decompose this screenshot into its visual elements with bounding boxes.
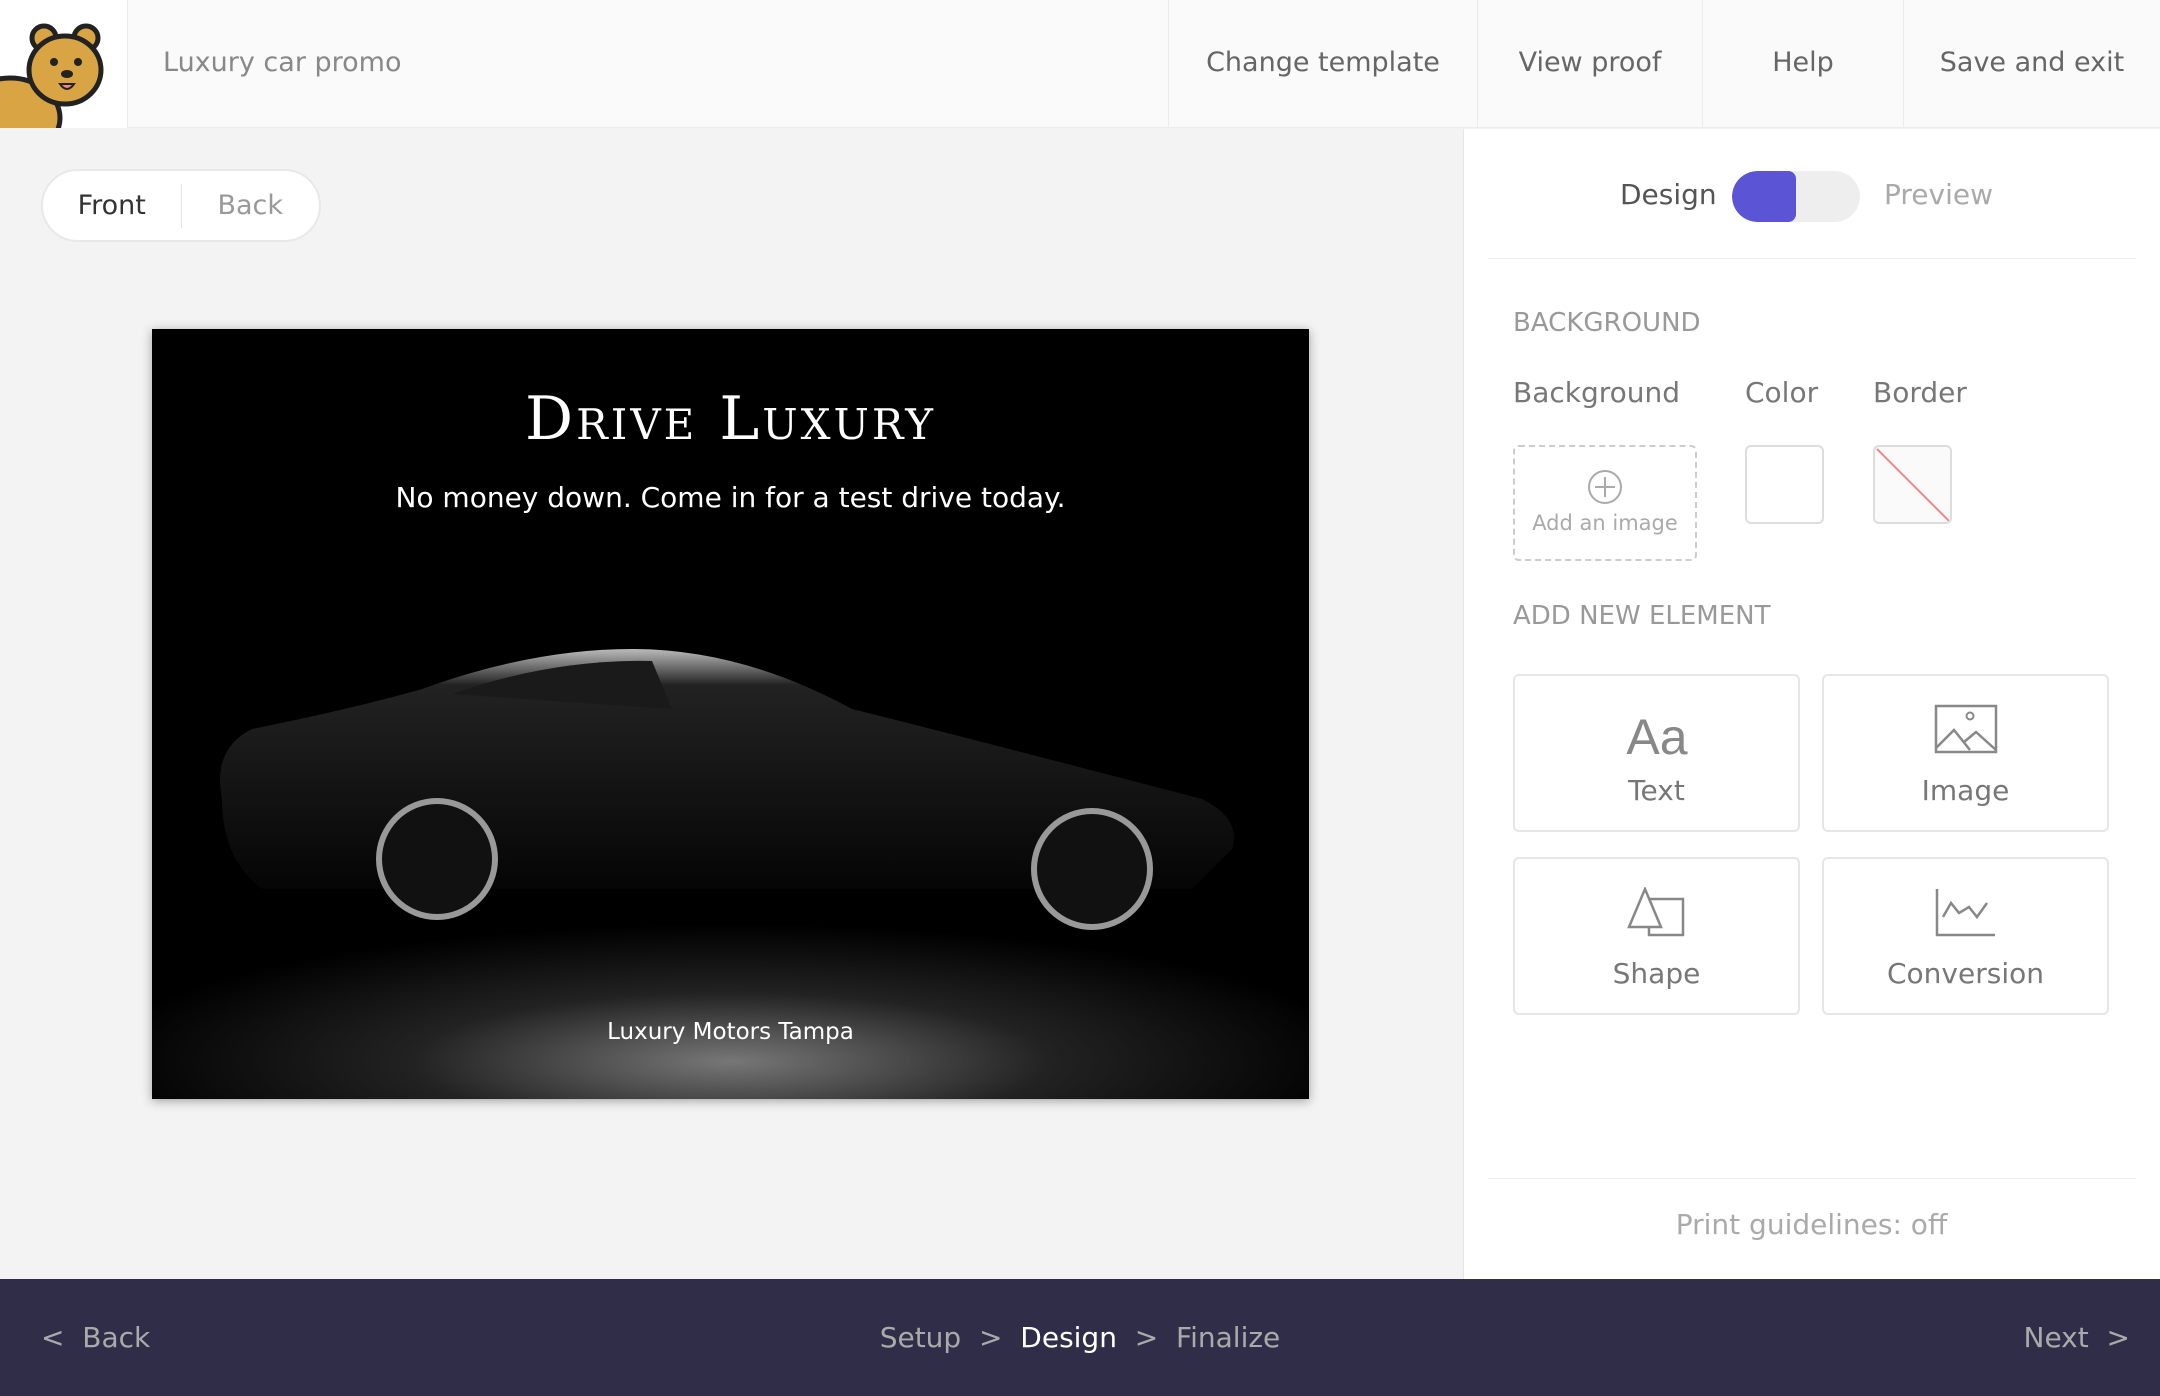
add-conversion-tile[interactable]: Conversion bbox=[1822, 857, 2109, 1015]
add-image-tile[interactable]: Image bbox=[1822, 674, 2109, 832]
color-label: Color bbox=[1745, 376, 1819, 409]
postcard-front[interactable]: Drive Luxury No money down. Come in for … bbox=[152, 329, 1309, 1099]
step-finalize[interactable]: Finalize bbox=[1176, 1321, 1280, 1354]
top-bar: Luxury car promo Change template View pr… bbox=[0, 0, 2160, 128]
save-and-exit-button[interactable]: Save and exit bbox=[1903, 0, 2160, 128]
headline[interactable]: Drive Luxury bbox=[152, 384, 1309, 454]
image-icon bbox=[1934, 704, 1997, 754]
project-title: Luxury car promo bbox=[163, 47, 402, 78]
subline[interactable]: No money down. Come in for a test drive … bbox=[152, 481, 1309, 514]
tile-label: Text bbox=[1628, 774, 1685, 807]
shape-icon bbox=[1626, 887, 1684, 937]
chart-icon bbox=[1935, 889, 1995, 937]
tile-label: Conversion bbox=[1887, 957, 2044, 990]
add-image-label: Add an image bbox=[1532, 511, 1678, 535]
next-button[interactable]: Next > bbox=[2024, 1279, 2131, 1396]
change-template-button[interactable]: Change template bbox=[1168, 0, 1477, 128]
toggle-knob bbox=[1732, 171, 1796, 222]
background-section-heading: BACKGROUND bbox=[1513, 308, 1701, 338]
next-label: Next bbox=[2023, 1321, 2089, 1354]
divider bbox=[1488, 1178, 2136, 1179]
divider bbox=[1488, 258, 2136, 259]
text-icon: Aa bbox=[1626, 709, 1687, 764]
add-background-image-button[interactable]: Add an image bbox=[1513, 445, 1697, 561]
wizard-footer: < Back Setup > Design > Finalize Next > bbox=[0, 1279, 2160, 1396]
svg-text:Aa: Aa bbox=[1626, 709, 1687, 764]
design-mode-label[interactable]: Design bbox=[1620, 178, 1717, 211]
step-breadcrumb: Setup > Design > Finalize bbox=[0, 1279, 2160, 1396]
tile-label: Image bbox=[1921, 774, 2010, 807]
step-design[interactable]: Design bbox=[1020, 1321, 1117, 1354]
plus-circle-icon bbox=[1588, 470, 1622, 504]
add-text-tile[interactable]: Aa Text bbox=[1513, 674, 1800, 832]
color-swatch[interactable] bbox=[1745, 445, 1824, 524]
background-label: Background bbox=[1513, 376, 1681, 409]
chevron-right-icon: > bbox=[1125, 1321, 1168, 1354]
step-setup[interactable]: Setup bbox=[880, 1321, 962, 1354]
design-preview-toggle[interactable] bbox=[1732, 171, 1860, 222]
view-proof-button[interactable]: View proof bbox=[1477, 0, 1702, 128]
quokka-logo[interactable] bbox=[0, 0, 128, 128]
border-label: Border bbox=[1873, 376, 1967, 409]
print-guidelines-toggle[interactable]: Print guidelines: off bbox=[1463, 1208, 2160, 1241]
tile-label: Shape bbox=[1612, 957, 1701, 990]
border-swatch[interactable] bbox=[1873, 445, 1952, 524]
no-border-icon bbox=[1876, 448, 1950, 522]
front-tab[interactable]: Front bbox=[43, 190, 181, 221]
back-tab[interactable]: Back bbox=[182, 190, 320, 221]
add-element-section-heading: ADD NEW ELEMENT bbox=[1513, 601, 1771, 631]
preview-mode-label[interactable]: Preview bbox=[1884, 178, 1993, 211]
chevron-right-icon: > bbox=[2088, 1321, 2130, 1354]
chevron-right-icon: > bbox=[970, 1321, 1012, 1354]
add-shape-tile[interactable]: Shape bbox=[1513, 857, 1800, 1015]
side-toggle: Front Back bbox=[41, 169, 321, 242]
help-button[interactable]: Help bbox=[1702, 0, 1903, 128]
footer-text[interactable]: Luxury Motors Tampa bbox=[152, 1019, 1309, 1045]
